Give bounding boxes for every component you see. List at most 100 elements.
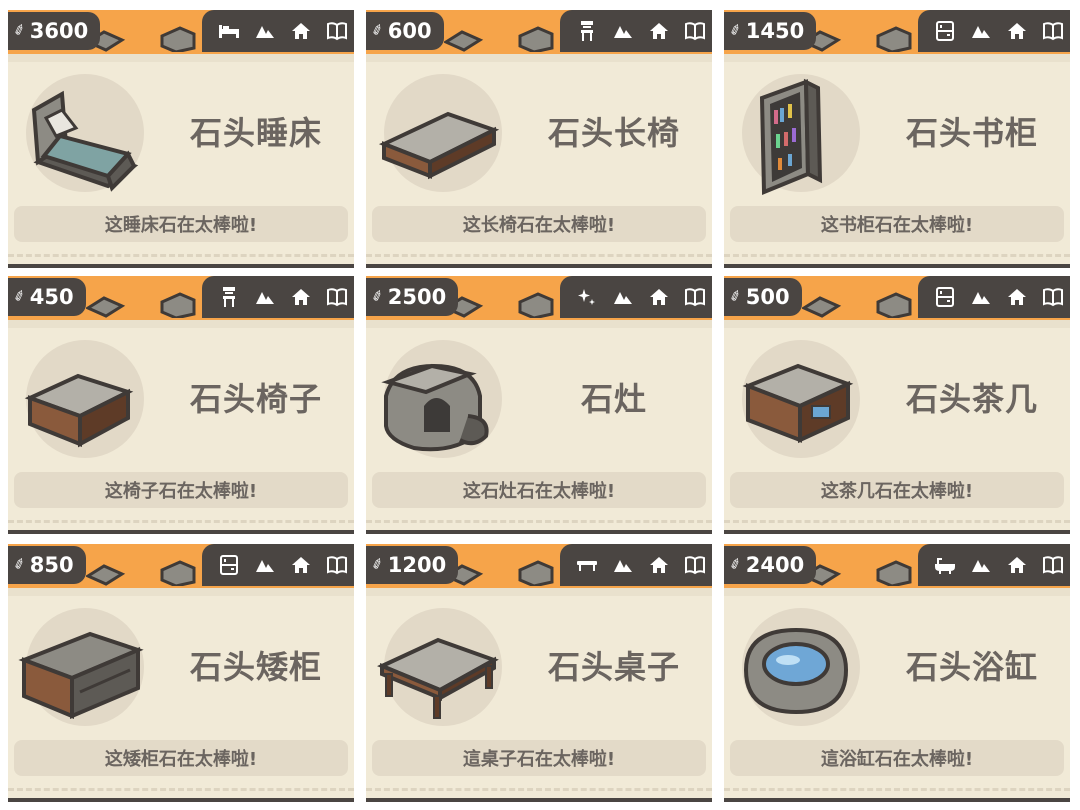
mountain-icon[interactable] [254, 20, 276, 42]
category-tabs [560, 276, 712, 318]
table-icon[interactable] [576, 554, 598, 576]
item-description: 這桌子石在太棒啦! [372, 740, 706, 776]
price-badge: ✐ 850 [8, 546, 86, 584]
book-icon[interactable] [1042, 554, 1064, 576]
price-badge: ✐ 600 [366, 12, 444, 50]
divider [366, 254, 712, 257]
furniture-image[interactable] [374, 70, 504, 200]
leaf-icon: ✐ [369, 287, 387, 307]
card-edge [724, 798, 1070, 802]
price-value: 3600 [29, 19, 89, 43]
mountain-icon[interactable] [970, 286, 992, 308]
header-shadow [366, 54, 712, 62]
furniture-image[interactable] [374, 336, 504, 466]
header-decoration [84, 556, 126, 586]
stool-icon[interactable] [218, 286, 240, 308]
bed-icon[interactable] [218, 20, 240, 42]
header-decoration [874, 556, 914, 588]
category-tabs [918, 544, 1070, 586]
book-icon[interactable] [1042, 286, 1064, 308]
item-name: 石头椅子 [189, 380, 322, 418]
furniture-card[interactable]: ✐ 500 石头茶几 这茶几石在太棒啦! [724, 276, 1070, 534]
book-icon[interactable] [326, 554, 348, 576]
cabinet-icon[interactable] [218, 554, 240, 576]
furniture-image[interactable] [732, 336, 862, 466]
home-icon[interactable] [290, 286, 312, 308]
mountain-icon[interactable] [612, 554, 634, 576]
furniture-card[interactable]: ✐ 1450 石头书柜 这书柜石在太棒啦! [724, 10, 1070, 268]
cabinet-icon[interactable] [934, 20, 956, 42]
mountain-icon[interactable] [970, 20, 992, 42]
price-badge: ✐ 3600 [8, 12, 101, 50]
furniture-image[interactable] [732, 604, 862, 734]
home-icon[interactable] [648, 286, 670, 308]
furniture-card[interactable]: ✐ 850 石头矮柜 这矮柜石在太棒啦! [8, 544, 354, 802]
category-tabs [560, 10, 712, 52]
furniture-card[interactable]: ✐ 2400 石头浴缸 這浴缸石在太棒啦! [724, 544, 1070, 802]
price-value: 1200 [387, 553, 447, 577]
leaf-icon: ✐ [369, 555, 387, 575]
header-decoration [158, 288, 198, 320]
home-icon[interactable] [648, 554, 670, 576]
furniture-image[interactable] [16, 70, 146, 200]
book-icon[interactable] [684, 20, 706, 42]
card-edge [724, 530, 1070, 534]
leaf-icon: ✐ [11, 287, 29, 307]
furniture-image[interactable] [732, 70, 862, 200]
stool-icon[interactable] [576, 20, 598, 42]
home-icon[interactable] [1006, 20, 1028, 42]
header-decoration [84, 288, 126, 318]
item-description: 这椅子石在太棒啦! [14, 472, 348, 508]
price-value: 500 [745, 285, 790, 309]
price-badge: ✐ 500 [724, 278, 802, 316]
mountain-icon[interactable] [970, 554, 992, 576]
book-icon[interactable] [326, 286, 348, 308]
home-icon[interactable] [648, 20, 670, 42]
furniture-grid: ✐ 3600 石头睡床 这睡床石在太棒啦! ✐ 600 石头长椅 这长椅石在太棒… [0, 0, 1080, 810]
category-tabs [202, 544, 354, 586]
item-description: 这睡床石在太棒啦! [14, 206, 348, 242]
furniture-card[interactable]: ✐ 450 石头椅子 这椅子石在太棒啦! [8, 276, 354, 534]
price-badge: ✐ 450 [8, 278, 86, 316]
bathtub-icon[interactable] [934, 554, 956, 576]
card-edge [8, 798, 354, 802]
card-edge [724, 264, 1070, 268]
divider [724, 788, 1070, 791]
home-icon[interactable] [290, 554, 312, 576]
furniture-card[interactable]: ✐ 3600 石头睡床 这睡床石在太棒啦! [8, 10, 354, 268]
price-badge: ✐ 1450 [724, 12, 817, 50]
mountain-icon[interactable] [612, 20, 634, 42]
furniture-card[interactable]: ✐ 1200 石头桌子 這桌子石在太棒啦! [366, 544, 712, 802]
header-decoration [158, 22, 198, 54]
book-icon[interactable] [1042, 20, 1064, 42]
home-icon[interactable] [290, 20, 312, 42]
header-shadow [724, 588, 1070, 596]
header-shadow [8, 54, 354, 62]
price-value: 850 [29, 553, 74, 577]
book-icon[interactable] [684, 554, 706, 576]
mountain-icon[interactable] [612, 286, 634, 308]
furniture-image[interactable] [374, 604, 504, 734]
furniture-card[interactable]: ✐ 600 石头长椅 这长椅石在太棒啦! [366, 10, 712, 268]
furniture-image[interactable] [16, 336, 146, 466]
divider [724, 520, 1070, 523]
book-icon[interactable] [326, 20, 348, 42]
divider [8, 788, 354, 791]
home-icon[interactable] [1006, 554, 1028, 576]
price-value: 1450 [745, 19, 805, 43]
book-icon[interactable] [684, 286, 706, 308]
card-edge [8, 264, 354, 268]
cabinet-icon[interactable] [934, 286, 956, 308]
home-icon[interactable] [1006, 286, 1028, 308]
mountain-icon[interactable] [254, 554, 276, 576]
header-shadow [366, 588, 712, 596]
furniture-card[interactable]: ✐ 2500 石灶 这石灶石在太棒啦! [366, 276, 712, 534]
sparkle-icon[interactable] [576, 286, 598, 308]
header-decoration [516, 556, 556, 588]
header-decoration [442, 22, 484, 52]
leaf-icon: ✐ [727, 287, 745, 307]
card-edge [366, 798, 712, 802]
item-name: 石头睡床 [189, 114, 322, 152]
mountain-icon[interactable] [254, 286, 276, 308]
furniture-image[interactable] [16, 604, 146, 734]
